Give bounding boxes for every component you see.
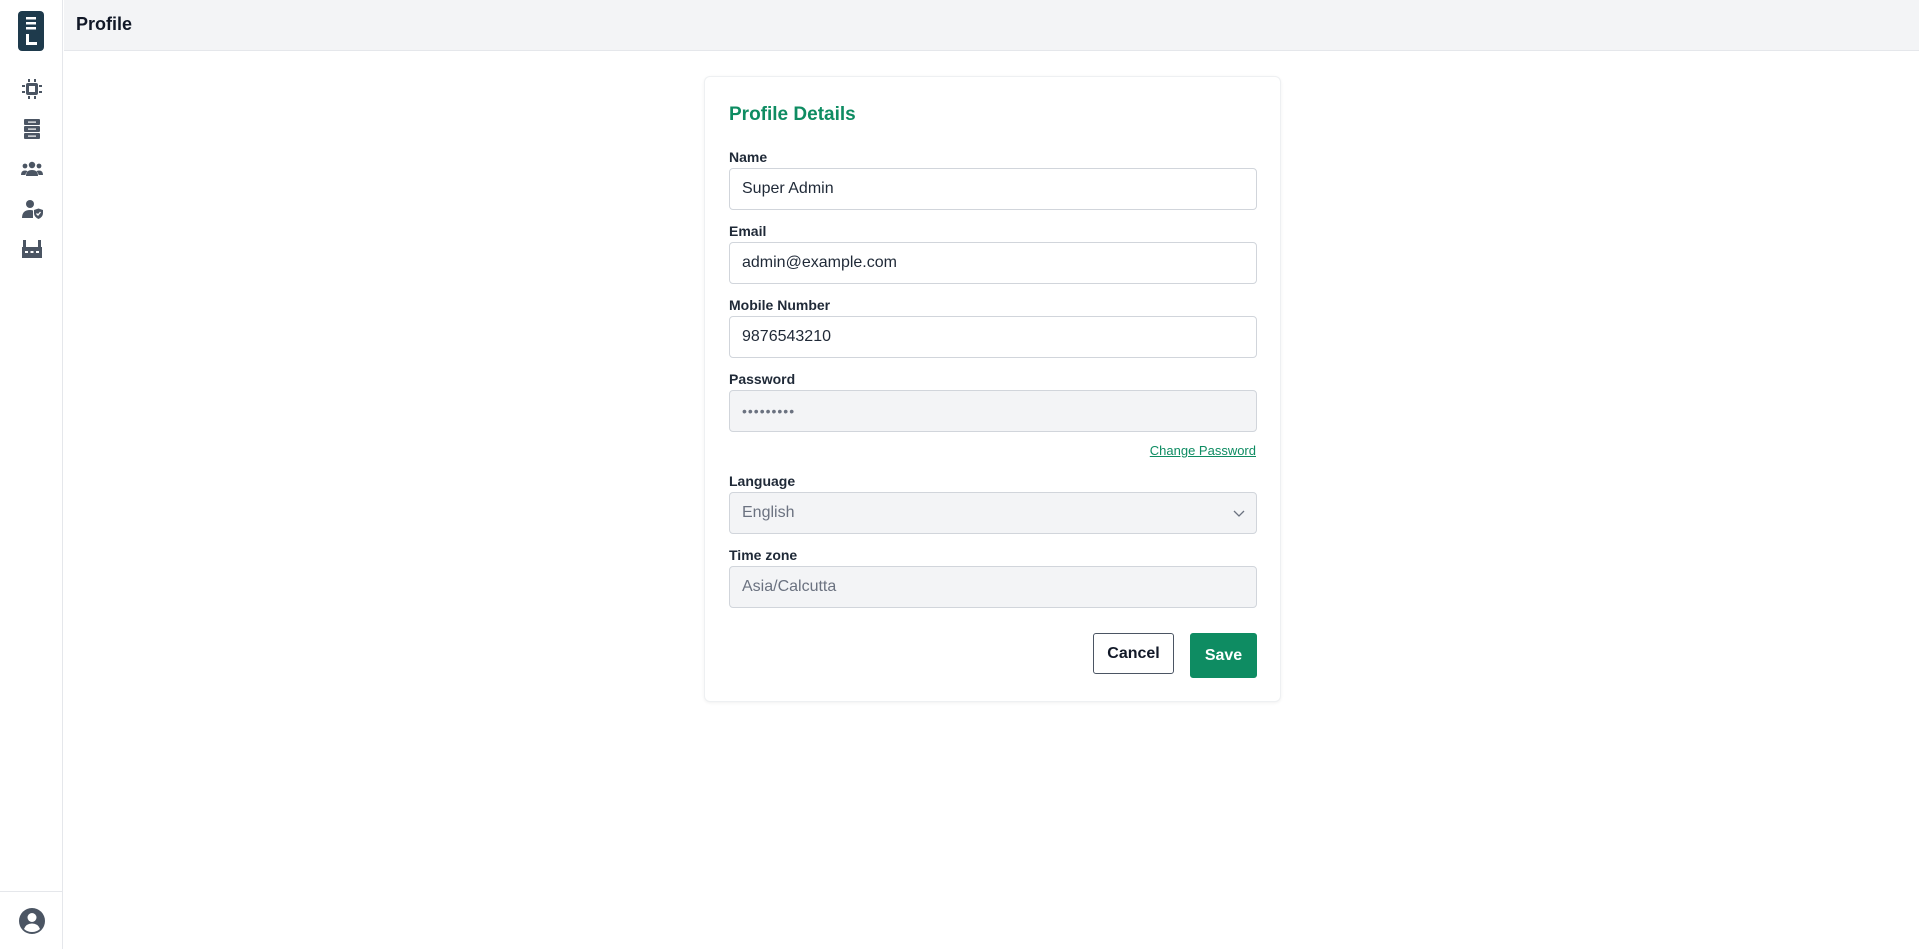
sidebar — [0, 0, 63, 949]
save-button[interactable]: Save — [1190, 633, 1257, 678]
timezone-label: Time zone — [729, 547, 798, 563]
user-shield-icon — [22, 200, 43, 219]
chip-icon — [22, 79, 42, 99]
nav-item-users[interactable] — [19, 156, 45, 182]
change-password-link[interactable]: Change Password — [1150, 443, 1256, 458]
logo-icon — [26, 17, 37, 45]
password-field: ••••••••• — [729, 390, 1257, 432]
top-bar: Profile — [64, 0, 1919, 51]
app-logo[interactable] — [18, 11, 44, 51]
profile-details-card: Profile Details Name Email Mobile Number… — [704, 76, 1281, 702]
cancel-button[interactable]: Cancel — [1093, 633, 1174, 674]
nav-item-admins[interactable] — [19, 196, 45, 222]
name-label: Name — [729, 149, 768, 165]
user-menu-button[interactable] — [18, 907, 46, 935]
nav-item-factories[interactable] — [19, 236, 45, 262]
factory-icon — [22, 240, 42, 258]
password-label: Password — [729, 371, 796, 387]
mobile-number-label: Mobile Number — [729, 297, 831, 313]
timezone-value: Asia/Calcutta — [742, 578, 837, 595]
language-select[interactable]: English — [729, 492, 1257, 534]
server-icon — [24, 119, 40, 139]
nav-item-devices[interactable] — [19, 76, 45, 102]
card-title: Profile Details — [729, 104, 856, 125]
language-label: Language — [729, 473, 796, 489]
email-input[interactable] — [729, 242, 1257, 284]
page-title: Profile — [76, 14, 133, 34]
mobile-number-input[interactable] — [729, 316, 1257, 358]
email-label: Email — [729, 223, 767, 239]
name-input[interactable] — [729, 168, 1257, 210]
nav-item-servers[interactable] — [19, 116, 45, 142]
users-icon — [21, 161, 43, 176]
chevron-down-icon — [1233, 510, 1245, 517]
language-selected-value: English — [742, 504, 795, 521]
timezone-field: Asia/Calcutta — [729, 566, 1257, 608]
password-mask: ••••••••• — [742, 403, 796, 419]
sidebar-divider — [0, 891, 63, 892]
user-circle-icon — [19, 908, 45, 934]
